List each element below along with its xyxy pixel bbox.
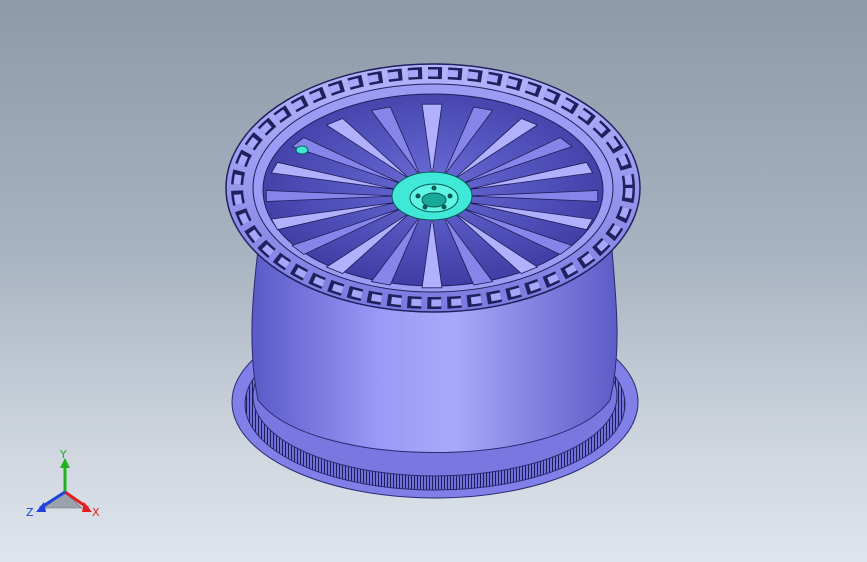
axis-triad: Y X Z xyxy=(26,448,100,519)
lug-hole xyxy=(441,204,447,210)
lug-hole xyxy=(415,193,421,199)
wheel-model[interactable] xyxy=(0,0,867,562)
y-axis-label: Y xyxy=(59,448,67,461)
lug-hole xyxy=(431,185,437,191)
lug-hole xyxy=(422,204,428,210)
x-axis-label: X xyxy=(92,506,100,519)
lug-hole xyxy=(447,193,453,199)
valve-stem xyxy=(295,145,309,155)
graphics-viewport[interactable]: Y X Z xyxy=(0,0,867,562)
z-axis-label: Z xyxy=(26,506,34,519)
